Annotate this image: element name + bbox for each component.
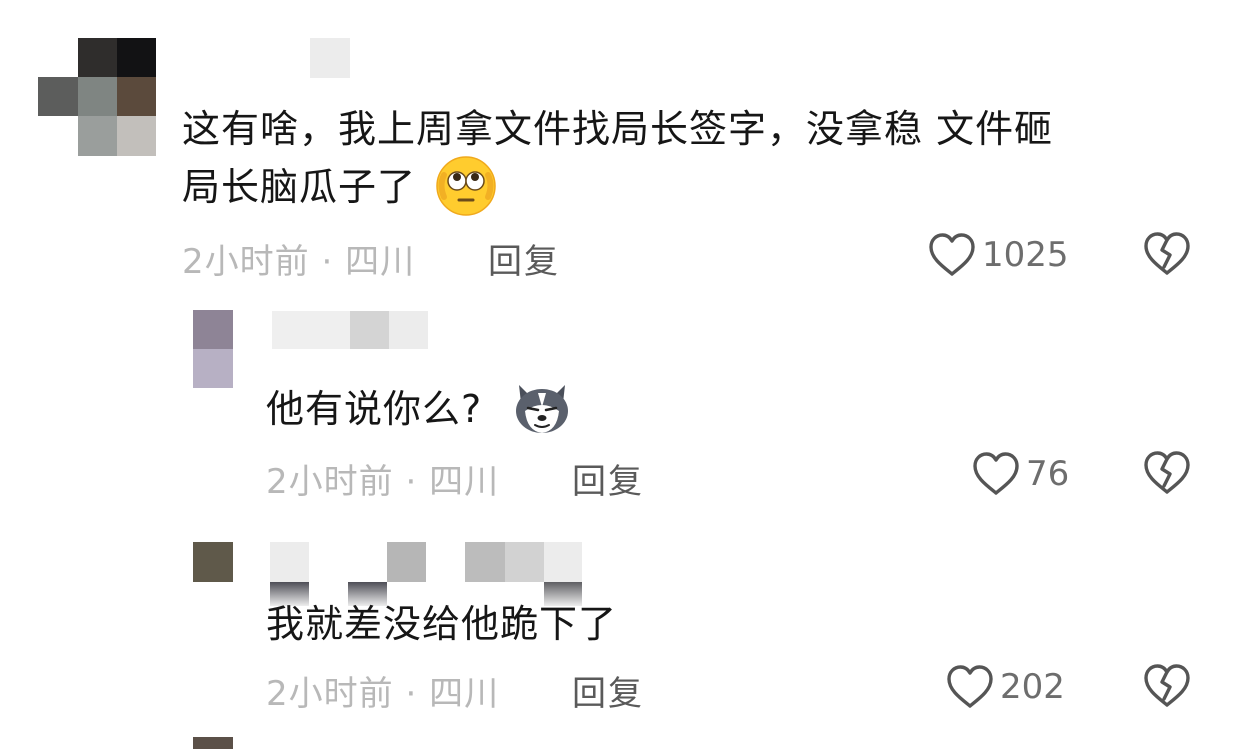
comment-time: 2小时前 <box>266 674 394 714</box>
avatar[interactable] <box>193 310 233 388</box>
reply-button[interactable]: 回复 <box>572 454 644 503</box>
broken-heart-icon <box>1144 232 1190 275</box>
comment-time: 2小时前 <box>266 462 394 502</box>
username[interactable] <box>272 311 428 349</box>
comment-location: 四川 <box>429 674 500 714</box>
heart-outline-icon <box>973 452 1019 495</box>
comment-text-line2: 局长脑瓜子了 <box>182 165 417 209</box>
dislike-button[interactable] <box>1143 231 1191 279</box>
flushed-face-emoji <box>436 155 496 216</box>
comment-meta: 2小时前 · 四川 <box>266 666 499 715</box>
meta-separator: · <box>321 242 334 282</box>
like-button[interactable]: 76 <box>972 450 1069 498</box>
heart-outline-icon <box>947 665 993 708</box>
avatar[interactable] <box>193 737 233 749</box>
like-count: 76 <box>1026 454 1070 494</box>
like-button[interactable]: 1025 <box>928 231 1069 279</box>
reply-button[interactable]: 回复 <box>572 666 644 715</box>
comment-time: 2小时前 <box>182 242 310 282</box>
avatar[interactable] <box>193 542 233 582</box>
like-button[interactable]: 202 <box>946 663 1065 711</box>
comment-location: 四川 <box>345 242 416 282</box>
reply-button[interactable]: 回复 <box>488 234 560 283</box>
dislike-button[interactable] <box>1143 450 1191 498</box>
dislike-button[interactable] <box>1143 663 1191 711</box>
meta-separator: · <box>405 462 418 502</box>
comment-text: 我就差没给他跪下了 <box>266 595 617 653</box>
like-count: 1025 <box>982 235 1069 275</box>
comment-text: 这有啥，我上周拿文件找局长签字，没拿稳 文件砸 <box>182 100 1053 158</box>
avatar[interactable] <box>38 38 156 156</box>
comment-meta: 2小时前 · 四川 <box>266 454 499 503</box>
comment-text: 他有说你么? <box>266 380 571 438</box>
like-count: 202 <box>1000 667 1065 707</box>
comment-text-line: 我就差没给他跪下了 <box>266 602 618 646</box>
comment-location: 四川 <box>429 462 500 502</box>
comment-text-line: 他有说你么? <box>266 387 483 431</box>
comment-text-continued: 局长脑瓜子了 <box>182 155 497 217</box>
husky-dog-emoji <box>516 384 569 433</box>
username[interactable] <box>310 38 350 78</box>
broken-heart-icon <box>1144 664 1190 707</box>
broken-heart-icon <box>1144 451 1190 494</box>
meta-separator: · <box>405 674 418 714</box>
comment-meta: 2小时前 · 四川 <box>182 234 415 283</box>
comment-text-line1: 这有啥，我上周拿文件找局长签字，没拿稳 文件砸 <box>182 107 1054 151</box>
heart-outline-icon <box>929 233 975 276</box>
